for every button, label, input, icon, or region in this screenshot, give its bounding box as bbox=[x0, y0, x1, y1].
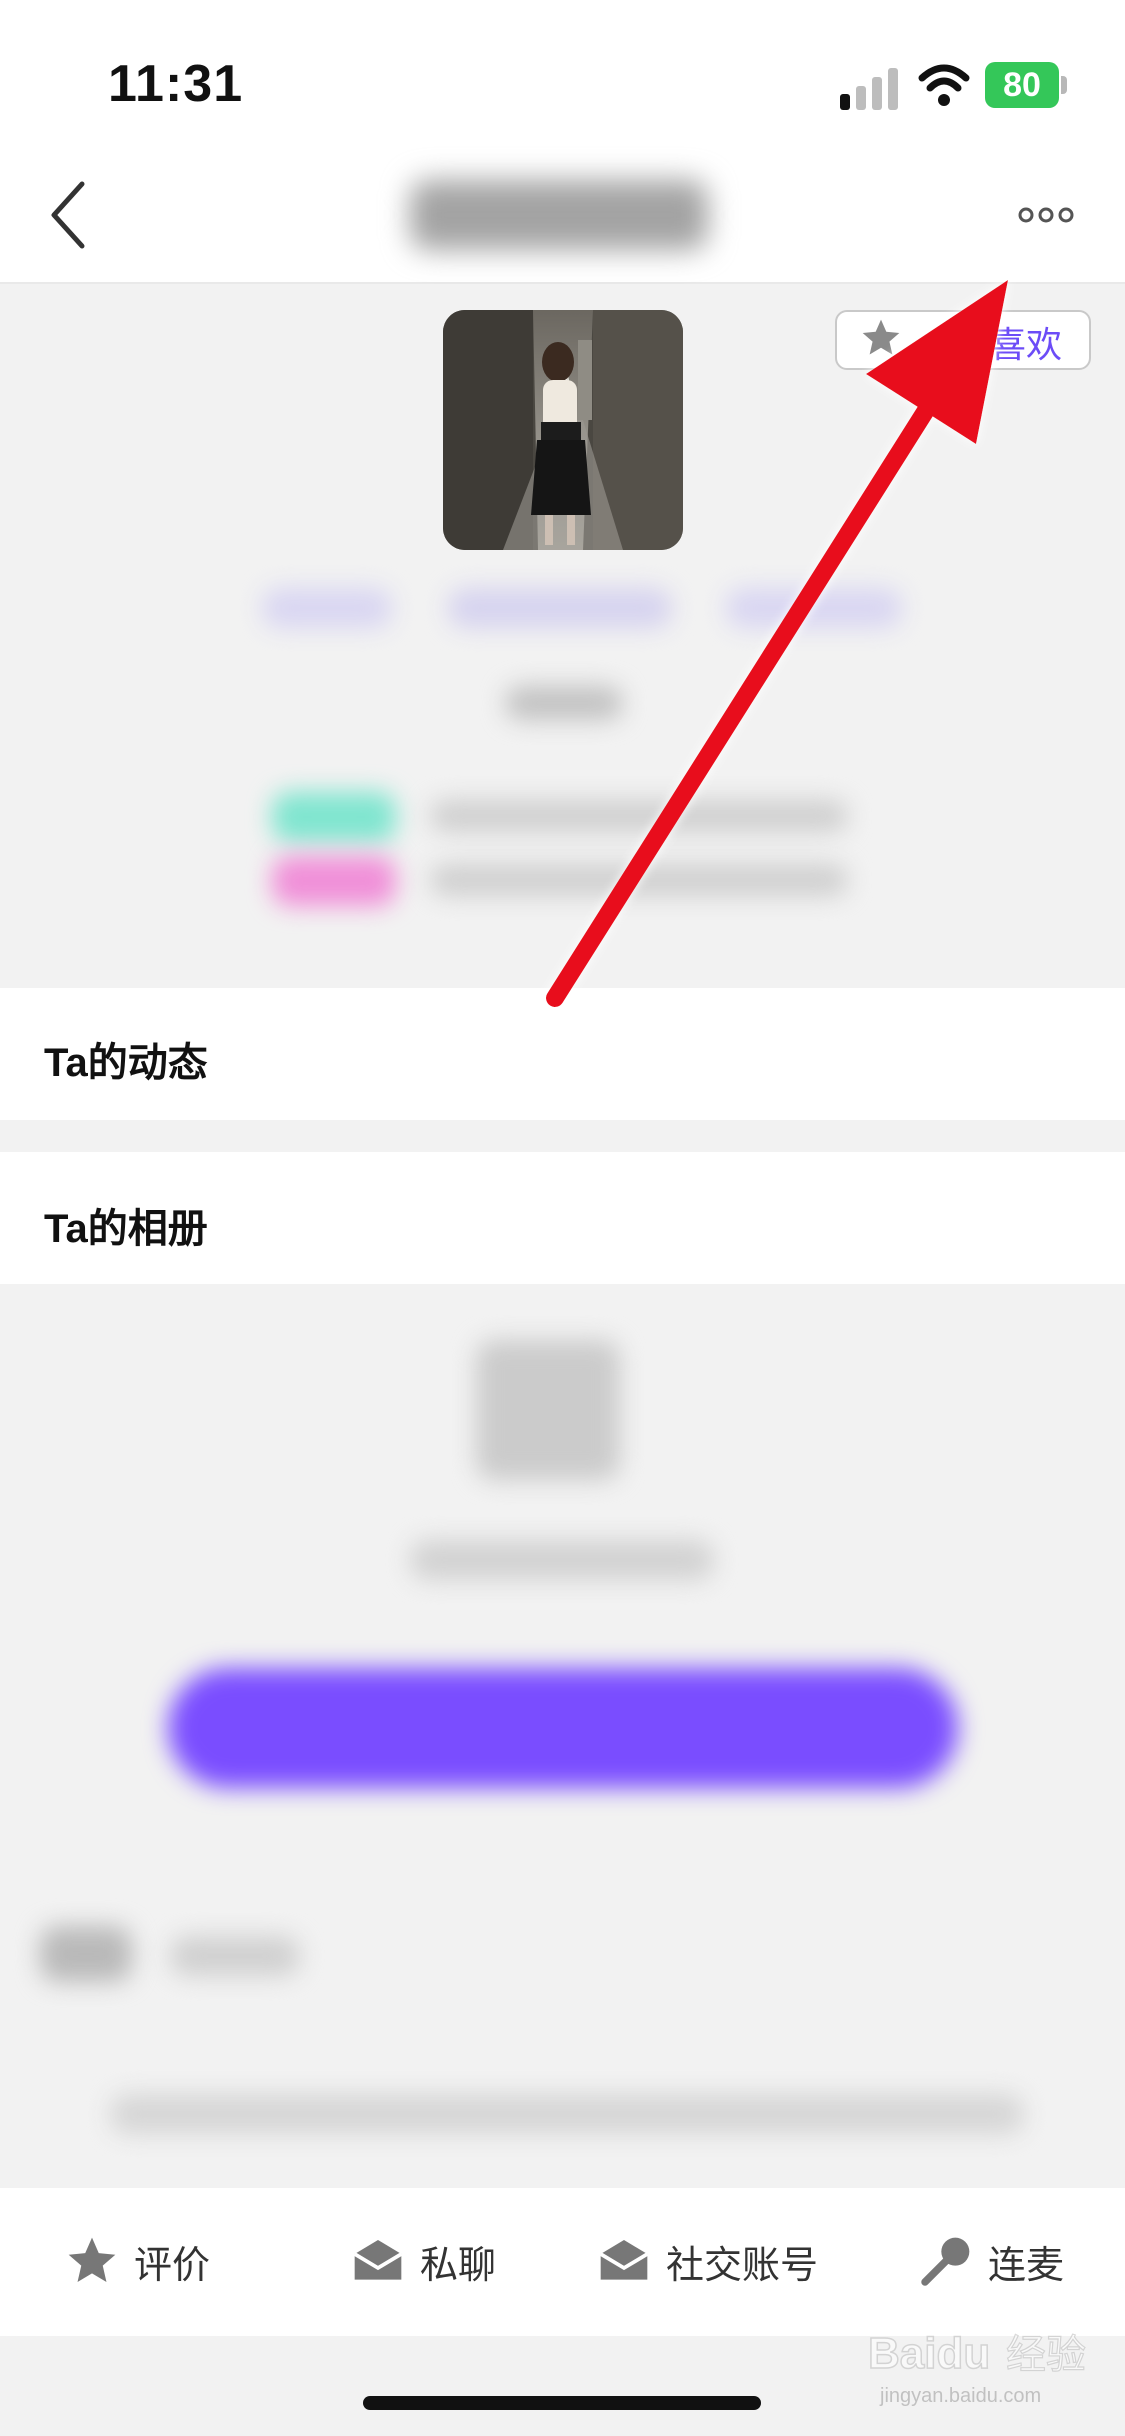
mail-icon bbox=[353, 2240, 403, 2280]
mail-icon bbox=[599, 2240, 649, 2280]
badge-pink bbox=[272, 856, 396, 906]
promo-text-redacted bbox=[170, 1936, 300, 1976]
empty-state-text bbox=[410, 1540, 714, 1580]
promo-icon bbox=[40, 1926, 132, 1982]
star-icon bbox=[862, 319, 900, 355]
back-arrow-icon[interactable] bbox=[48, 180, 88, 250]
battery-icon: 80 bbox=[985, 62, 1069, 108]
tag-pill bbox=[448, 588, 672, 628]
avatar[interactable] bbox=[443, 310, 683, 550]
svg-text:Baidu: Baidu bbox=[868, 2329, 990, 2378]
promo-button[interactable] bbox=[168, 1668, 958, 1788]
battery-percent: 80 bbox=[1003, 66, 1041, 104]
status-time: 11:31 bbox=[108, 55, 244, 113]
home-indicator bbox=[363, 2396, 761, 2410]
tab-social-accounts[interactable]: 社交账号 bbox=[596, 2226, 818, 2296]
wifi-icon bbox=[918, 64, 970, 106]
avatar-photo bbox=[443, 310, 683, 550]
badge-green bbox=[272, 792, 396, 842]
tab-review-label: 评价 bbox=[134, 2244, 211, 2287]
tab-private-chat-label: 私聊 bbox=[420, 2244, 497, 2287]
page-title-redacted bbox=[410, 180, 708, 250]
tag-pill bbox=[726, 588, 902, 628]
profile-text-redacted bbox=[505, 686, 623, 720]
tab-voice-link[interactable]: 连麦 bbox=[918, 2226, 1064, 2296]
baidu-watermark-logo: Baidu 经验 jingyan.baidu.com bbox=[868, 2328, 1087, 2407]
profile-text-redacted bbox=[430, 864, 848, 896]
star-icon bbox=[68, 2237, 116, 2282]
microphone-icon bbox=[921, 2237, 970, 2286]
tab-social-accounts-label: 社交账号 bbox=[666, 2244, 819, 2287]
moments-title: Ta的动态 bbox=[44, 1041, 208, 1085]
empty-state-icon bbox=[476, 1340, 620, 1480]
svg-text:经验: 经验 bbox=[1006, 2332, 1086, 2378]
album-title: Ta的相册 bbox=[44, 1207, 208, 1251]
tab-private-chat[interactable]: 私聊 bbox=[350, 2226, 496, 2296]
more-options-icon[interactable] bbox=[1018, 202, 1074, 228]
tab-voice-link-label: 连麦 bbox=[988, 2244, 1065, 2287]
footer-text-redacted bbox=[110, 2094, 1024, 2134]
tag-pill bbox=[262, 588, 392, 628]
svg-text:jingyan.baidu.com: jingyan.baidu.com bbox=[879, 2385, 1041, 2407]
tab-review[interactable]: 评价 bbox=[64, 2226, 210, 2296]
cellular-signal-icon bbox=[840, 68, 898, 110]
profile-text-redacted bbox=[430, 800, 848, 832]
like-label: 喜欢 bbox=[990, 324, 1063, 365]
